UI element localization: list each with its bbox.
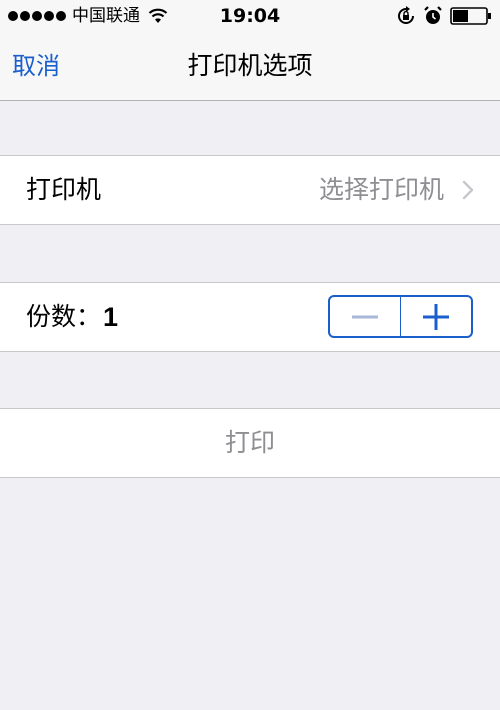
copies-label: 份数： <box>26 302 102 331</box>
copies-label-group: 份数： 1 <box>26 283 118 351</box>
alarm-icon <box>424 6 442 26</box>
battery-icon <box>450 7 492 25</box>
status-bar: 中国联通 19:04 <box>0 0 500 32</box>
page-title: 打印机选项 <box>187 51 313 80</box>
copies-stepper <box>328 295 473 338</box>
print-button[interactable]: 打印 <box>0 409 500 477</box>
chevron-right-icon <box>462 180 474 200</box>
decrement-button[interactable] <box>330 297 400 336</box>
navigation-bar: 取消 打印机选项 <box>0 32 500 101</box>
status-right <box>396 5 492 27</box>
increment-button[interactable] <box>401 297 471 336</box>
copies-count: 1 <box>103 302 119 332</box>
plus-icon <box>423 303 450 330</box>
copies-row: 份数： 1 <box>0 282 500 352</box>
printer-select-row[interactable]: 打印机 选择打印机 <box>0 155 500 225</box>
minus-icon <box>351 315 378 319</box>
rotation-lock-icon <box>396 6 416 26</box>
printer-label: 打印机 <box>26 175 102 204</box>
print-row: 打印 <box>0 408 500 478</box>
printer-value: 选择打印机 <box>318 175 444 204</box>
